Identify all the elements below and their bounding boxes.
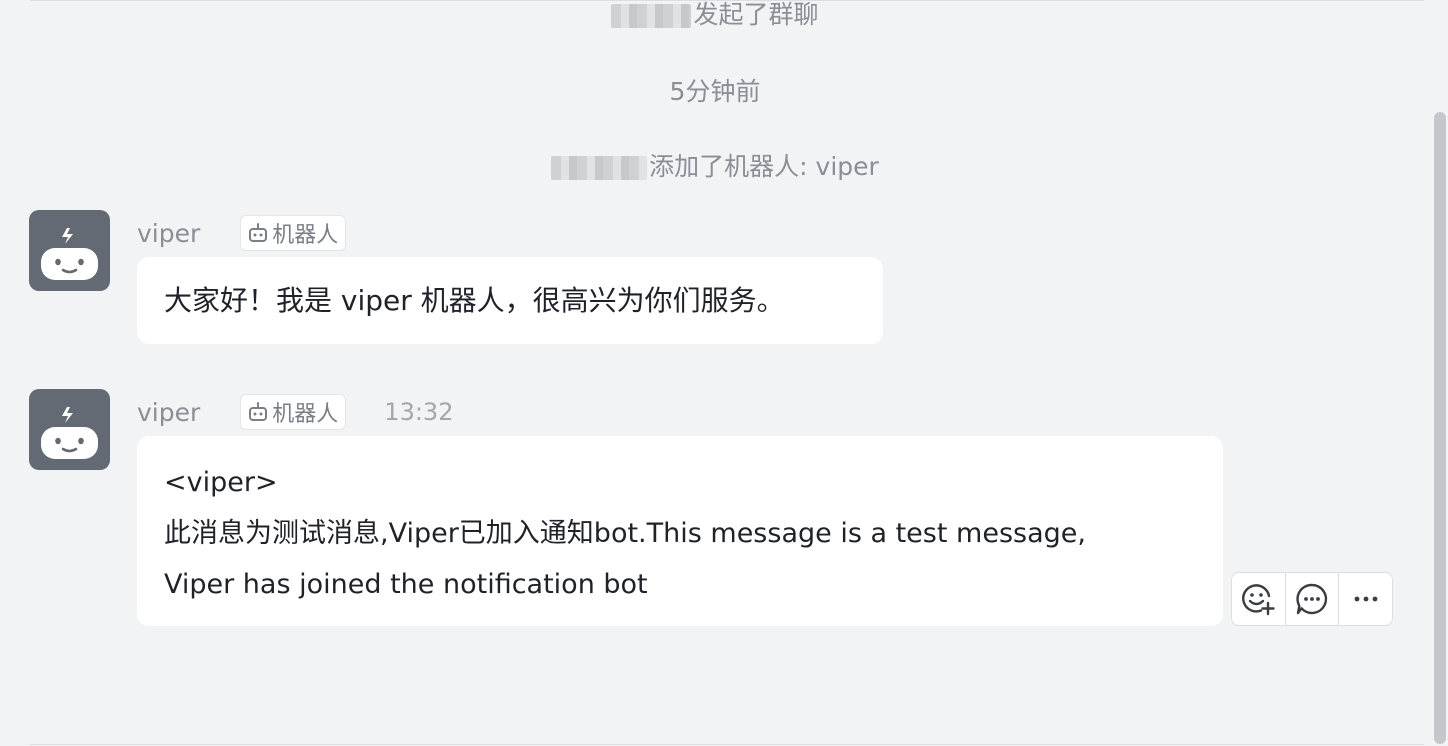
add-reaction-button[interactable] (1232, 573, 1286, 625)
bot-avatar[interactable] (29, 389, 110, 470)
bot-badge: 机器人 (240, 394, 347, 430)
reply-icon (1296, 583, 1328, 615)
more-icon (1354, 596, 1378, 602)
robot-icon (249, 402, 268, 421)
group-created-text: 发起了群聊 (693, 0, 819, 29)
bottom-divider (30, 744, 1424, 745)
more-actions-button[interactable] (1339, 573, 1392, 625)
vertical-scrollbar[interactable] (1434, 112, 1446, 744)
message-text-line: Viper has joined the notification bot (164, 569, 648, 600)
message-bubble[interactable]: 大家好！我是 viper 机器人，很高兴为你们服务。 (137, 257, 883, 344)
time-divider: 5分钟前 (669, 77, 761, 106)
message-text-line: <viper> (164, 467, 278, 498)
bot-badge: 机器人 (240, 215, 347, 251)
message-text-line: 此消息为测试消息,Viper已加入通知bot.This message is a… (164, 518, 1086, 549)
emoji-reaction-icon (1242, 584, 1276, 616)
message-header: viper 机器人 (137, 215, 347, 251)
message-bubble[interactable]: <viper> 此消息为测试消息,Viper已加入通知bot.This mess… (137, 436, 1223, 626)
message-action-toolbar (1231, 572, 1393, 626)
bot-avatar[interactable] (29, 210, 110, 291)
message-timestamp: 13:32 (384, 398, 454, 426)
redacted-username (551, 156, 648, 180)
sender-name[interactable]: viper (137, 219, 200, 248)
redacted-username (611, 4, 692, 28)
message-header: viper 机器人 13:32 (137, 394, 453, 430)
bot-badge-label: 机器人 (272, 402, 339, 427)
bot-added-text: 添加了机器人: viper (649, 152, 879, 181)
system-event-group-created: 发起了群聊 (0, 0, 1430, 30)
sender-name[interactable]: viper (137, 398, 200, 427)
chat-message-list: 发起了群聊 5分钟前 添加了机器人: viper viper 机器人 大家好！我… (0, 0, 1448, 746)
message-text: 大家好！我是 viper 机器人，很高兴为你们服务。 (164, 284, 785, 317)
robot-icon (41, 228, 98, 280)
robot-icon (41, 407, 98, 459)
bot-badge-label: 机器人 (272, 223, 339, 248)
system-event-bot-added: 添加了机器人: viper (0, 152, 1430, 182)
robot-icon (249, 223, 268, 242)
reply-button[interactable] (1286, 573, 1340, 625)
